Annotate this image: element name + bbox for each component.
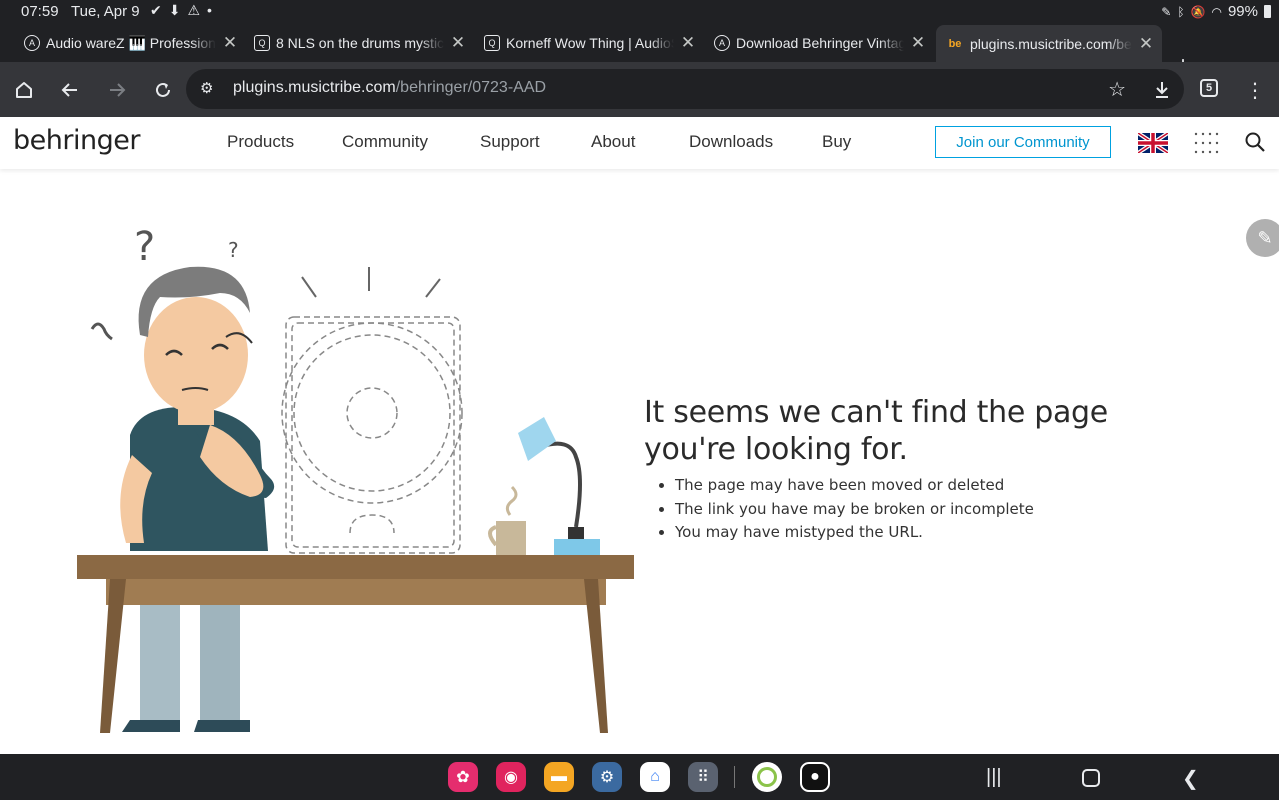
bluetooth-icon: ᛒ: [1177, 4, 1185, 19]
camera-app-icon[interactable]: ◉: [496, 762, 526, 792]
close-icon[interactable]: ✕: [450, 33, 466, 53]
notification-icons: ✔ ⬇ ⚠ •: [150, 2, 212, 19]
error-message: It seems we can't find the page you're l…: [644, 394, 1204, 545]
battery-text: 99%: [1227, 3, 1258, 20]
error-heading: It seems we can't find the page you're l…: [644, 395, 1108, 467]
back-nav-icon[interactable]: ❮: [1182, 766, 1199, 791]
status-time: 07:59: [21, 3, 59, 20]
android-taskbar: ✿ ◉ ▬ ⚙ ⌂ ⠿ ● ||| ❮: [0, 754, 1279, 800]
bookmark-star-icon[interactable]: ☆: [1108, 77, 1126, 102]
tab-favicon-icon: Q: [484, 35, 500, 51]
alert-rays: [301, 267, 441, 298]
tab-count-button[interactable]: 5: [1200, 79, 1218, 97]
recent-app-icon[interactable]: [752, 762, 782, 792]
screen-recorder-icon[interactable]: ●: [800, 762, 830, 792]
settings-app-icon[interactable]: ⚙: [592, 762, 622, 792]
browser-toolbar: ⚙ plugins.musictribe.com/behringer/0723-…: [0, 62, 1279, 117]
wifi-icon: ◠: [1211, 4, 1222, 19]
error-reason-item: The page may have been moved or deleted: [675, 474, 1204, 498]
close-icon[interactable]: ✕: [680, 33, 696, 53]
battery-icon: [1264, 5, 1271, 18]
browser-tab[interactable]: A Download Behringer Vintage ✕: [714, 27, 926, 59]
tab-title: Korneff Wow Thing | AudioSE: [506, 35, 674, 51]
join-community-button[interactable]: Join our Community: [935, 126, 1111, 158]
browser-tab[interactable]: Q 8 NLS on the drums mysticis ✕: [254, 27, 466, 59]
pencil-icon[interactable]: ✎: [1246, 219, 1279, 257]
address-bar[interactable]: ⚙ plugins.musictribe.com/behringer/0723-…: [186, 69, 1184, 109]
apps-grid-icon[interactable]: [1194, 132, 1220, 154]
reload-icon[interactable]: [151, 78, 175, 102]
site-settings-icon[interactable]: ⚙: [200, 79, 213, 97]
browser-tab[interactable]: Q Korneff Wow Thing | AudioSE ✕: [484, 27, 696, 59]
tab-favicon-icon: A: [24, 35, 40, 51]
home-nav-icon[interactable]: [1082, 769, 1100, 787]
tab-title: plugins.musictribe.com/behr: [970, 35, 1132, 52]
nav-products[interactable]: Products: [227, 132, 294, 152]
site-header: behringer Products Community Support Abo…: [0, 117, 1279, 169]
nav-buy[interactable]: Buy: [822, 132, 851, 152]
download-notify-icon: ⬇: [168, 2, 181, 18]
files-app-icon[interactable]: ▬: [544, 762, 574, 792]
close-icon[interactable]: ✕: [1138, 34, 1154, 54]
tab-title: Audio wareZ 🎹 Professional: [46, 34, 216, 51]
confused-man: [120, 266, 275, 732]
error-reason-item: You may have mistyped the URL.: [675, 521, 1204, 545]
forward-arrow-icon[interactable]: [105, 78, 129, 102]
missing-speaker-outline: [281, 316, 463, 554]
status-bar: 07:59 Tue, Apr 9 ✔ ⬇ ⚠ • ✎ ᛒ 🔕 ◠ 99%: [0, 0, 1279, 24]
browser-tab-active[interactable]: be plugins.musictribe.com/behr ✕: [936, 25, 1162, 62]
url-domain: plugins.musictribe.com: [233, 79, 396, 96]
tab-title: Download Behringer Vintage: [736, 35, 904, 51]
check-icon: ✔: [150, 2, 162, 18]
flower-app-icon[interactable]: ✿: [448, 762, 478, 792]
coffee-mug: [488, 485, 526, 555]
system-tray: ✎ ᛒ 🔕 ◠ 99%: [1161, 3, 1271, 20]
question-squiggle: [90, 322, 113, 341]
error-reason-item: The link you have may be broken or incom…: [675, 498, 1204, 522]
question-mark: ?: [228, 238, 239, 262]
nav-support[interactable]: Support: [480, 132, 540, 152]
more-vert-icon[interactable]: ⋮: [1243, 78, 1267, 102]
url-path: /behringer/0723-AAD: [395, 79, 547, 96]
question-mark: ?: [134, 224, 155, 270]
tab-favicon-icon: A: [714, 35, 730, 51]
search-icon[interactable]: [1244, 131, 1266, 153]
app-drawer-icon[interactable]: ⠿: [688, 762, 718, 792]
uk-flag-icon[interactable]: [1138, 133, 1168, 153]
error-illustration: ? ?: [77, 224, 634, 733]
nav-community[interactable]: Community: [342, 132, 428, 152]
nav-about[interactable]: About: [591, 132, 635, 152]
close-icon[interactable]: ✕: [910, 33, 926, 53]
home-icon[interactable]: [12, 78, 36, 102]
recents-icon[interactable]: |||: [986, 766, 1002, 789]
tab-favicon-icon: be: [948, 37, 962, 50]
browser-tab[interactable]: A Audio wareZ 🎹 Professional ✕: [24, 27, 238, 59]
back-arrow-icon[interactable]: [58, 78, 82, 102]
dot-icon: •: [207, 2, 212, 18]
status-date: Tue, Apr 9: [71, 3, 140, 20]
tab-title: 8 NLS on the drums mysticis: [276, 35, 444, 51]
pen-icon: ✎: [1161, 4, 1172, 19]
url-text[interactable]: plugins.musictribe.com/behringer/0723-AA…: [233, 79, 546, 97]
tab-favicon-icon: Q: [254, 35, 270, 51]
mute-icon: 🔕: [1190, 4, 1206, 19]
home-app-icon[interactable]: ⌂: [640, 762, 670, 792]
warning-icon: ⚠: [187, 2, 201, 18]
desk-lamp: [518, 417, 600, 555]
download-icon[interactable]: [1150, 78, 1174, 102]
behringer-logo[interactable]: behringer: [13, 125, 140, 156]
close-icon[interactable]: ✕: [222, 33, 238, 53]
taskbar-divider: [734, 766, 735, 788]
error-reasons: The page may have been moved or deleted …: [675, 474, 1204, 545]
tab-strip: A Audio wareZ 🎹 Professional ✕ Q 8 NLS o…: [0, 24, 1279, 79]
nav-downloads[interactable]: Downloads: [689, 132, 773, 152]
